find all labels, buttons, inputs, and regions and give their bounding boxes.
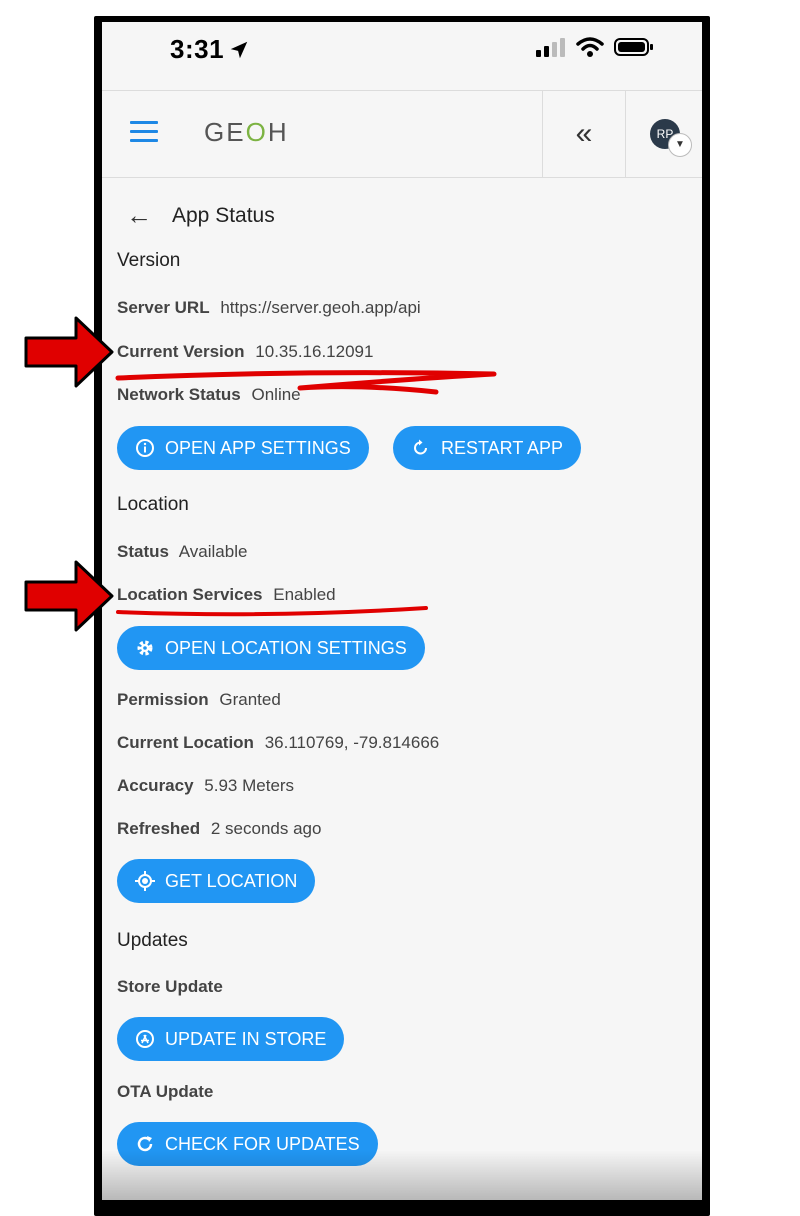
open-app-settings-button[interactable]: OPEN APP SETTINGS (117, 426, 369, 470)
page-header: ← App Status (126, 200, 275, 231)
section-location-title: Location (117, 494, 189, 515)
bottom-shadow (102, 1150, 702, 1200)
wifi-icon (576, 37, 604, 57)
get-location-button[interactable]: GET LOCATION (117, 859, 316, 903)
accuracy-row: Accuracy 5.93 Meters (117, 776, 295, 795)
app-store-icon (135, 1029, 155, 1049)
server-url-row: Server URL https://server.geoh.app/api (117, 298, 421, 317)
app-logo: GEOH (204, 117, 289, 147)
location-services-row: Location Services Enabled (117, 585, 336, 604)
section-updates-title: Updates (117, 930, 188, 951)
store-update-row: Store Update (117, 977, 223, 996)
user-menu[interactable]: RP ▼ (650, 119, 692, 157)
hamburger-menu-icon[interactable] (130, 121, 158, 143)
chevron-down-icon: ▼ (668, 133, 692, 157)
current-location-row: Current Location 36.110769, -79.814666 (117, 733, 440, 752)
open-location-settings-button[interactable]: OPEN LOCATION SETTINGS (117, 626, 425, 670)
location-status-row: Status Available (117, 542, 248, 561)
system-icons (536, 36, 654, 58)
back-arrow-icon[interactable]: ← (126, 200, 152, 231)
signal-icon (536, 38, 565, 57)
crosshair-icon (135, 871, 155, 891)
restart-app-button[interactable]: RESTART APP (393, 426, 582, 470)
network-status-row: Network Status Online (117, 385, 301, 404)
location-arrow-icon (230, 41, 248, 58)
time-text: 3:31 (170, 34, 225, 64)
permission-row: Permission Granted (117, 690, 281, 709)
restart-icon (411, 438, 431, 458)
info-icon (135, 438, 155, 458)
section-version-title: Version (117, 250, 181, 271)
battery-icon (614, 38, 653, 56)
update-in-store-button[interactable]: UPDATE IN STORE (117, 1017, 345, 1061)
app-header: GEOH « RP ▼ (102, 90, 702, 178)
double-chevron-left-icon: « (575, 117, 593, 150)
app-screen: 3:31 GEOH « RP ▼ ← App Status Version Se… (102, 22, 702, 1200)
status-bar: 3:31 (102, 22, 702, 90)
collapse-panel-button[interactable]: « (542, 91, 626, 177)
current-version-row: Current Version 10.35.16.12091 (117, 342, 374, 361)
page-title: App Status (172, 203, 275, 227)
gear-icon (135, 638, 155, 658)
refreshed-row: Refreshed 2 seconds ago (117, 819, 322, 838)
status-time: 3:31 (170, 34, 250, 65)
ota-update-row: OTA Update (117, 1082, 214, 1101)
logo-o: O (245, 117, 268, 147)
